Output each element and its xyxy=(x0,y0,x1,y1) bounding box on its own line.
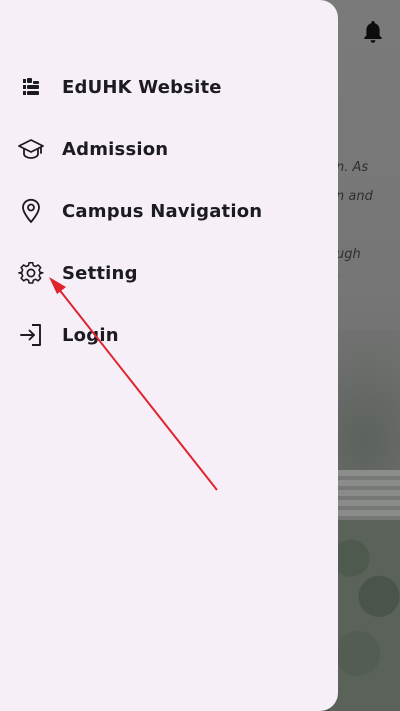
background-text-line: n and xyxy=(336,189,373,204)
menu-item-label: EdUHK Website xyxy=(62,76,222,98)
graduation-cap-icon xyxy=(17,135,45,163)
background-text-line: n. As xyxy=(336,160,369,175)
navigation-drawer: EdUHK Website Admission Campus Navigatio… xyxy=(0,0,338,711)
background-trees-photo xyxy=(330,520,400,711)
website-logo-icon xyxy=(17,73,45,101)
menu-item-label: Campus Navigation xyxy=(62,200,263,222)
menu-item-admission[interactable]: Admission xyxy=(0,123,338,175)
gear-icon xyxy=(17,259,45,287)
menu-item-label: Login xyxy=(62,324,119,346)
login-icon xyxy=(17,321,45,349)
menu-item-setting[interactable]: Setting xyxy=(0,247,338,299)
bell-icon[interactable] xyxy=(361,19,385,45)
menu-item-label: Setting xyxy=(62,262,138,284)
menu-item-login[interactable]: Login xyxy=(0,309,338,361)
menu-item-campus-navigation[interactable]: Campus Navigation xyxy=(0,185,338,237)
menu-item-label: Admission xyxy=(62,138,169,160)
app-screen: n. As n and ugh . EdUHK Website Admissio… xyxy=(0,0,400,711)
background-text-line: ugh xyxy=(336,247,361,262)
location-pin-icon xyxy=(17,197,45,225)
menu-item-eduhk-website[interactable]: EdUHK Website xyxy=(0,61,338,113)
